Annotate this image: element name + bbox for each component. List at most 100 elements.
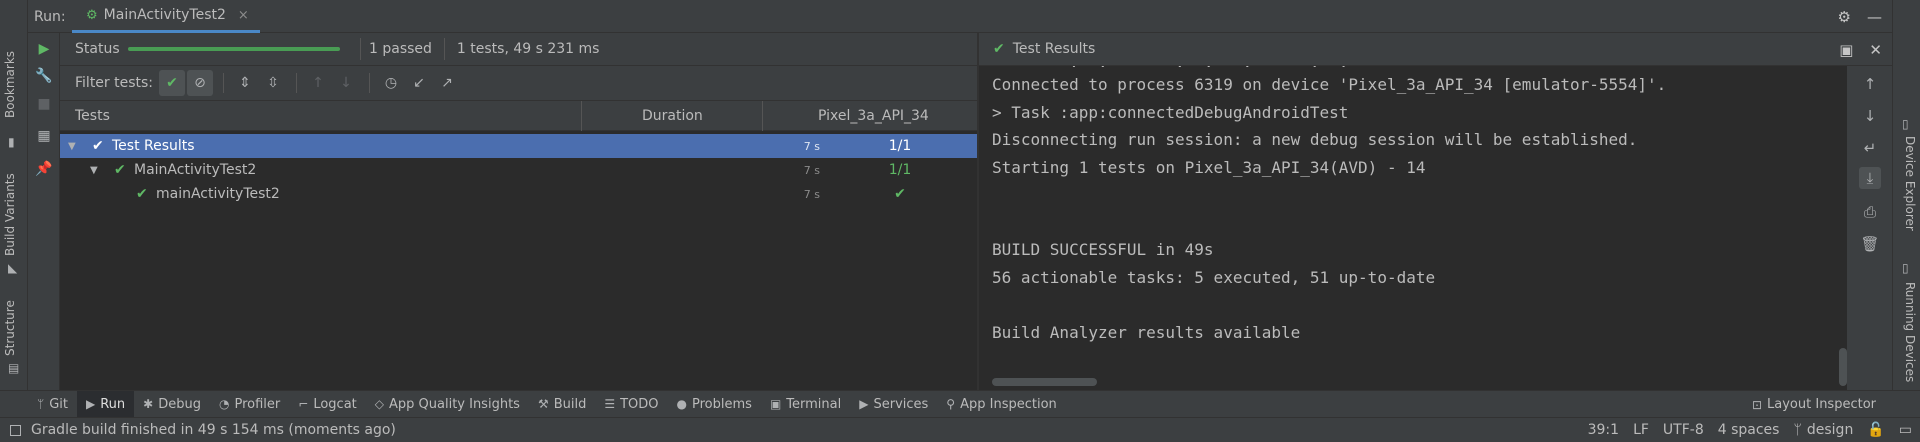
history-button[interactable]: ◷ (378, 70, 404, 96)
pin-icon[interactable]: 📌 (35, 161, 52, 177)
scroll-to-end-icon[interactable]: ⤓ (1859, 167, 1881, 189)
tab-problems[interactable]: ● Problems (668, 391, 761, 418)
line-separator[interactable]: LF (1633, 422, 1649, 438)
chevron-down-icon[interactable]: ▼ (68, 141, 76, 152)
tab-run[interactable]: ▶ Run (77, 390, 135, 418)
tab-services[interactable]: ▶ Services (850, 391, 937, 418)
table-row[interactable]: ▼ ✔ Test Results 7 s 1/1 (60, 134, 977, 158)
ignored-icon: ⊘ (194, 75, 206, 91)
chevron-down-icon[interactable]: ▼ (90, 165, 98, 176)
trash-icon[interactable]: 🗑 (1860, 235, 1879, 253)
import-tests-button[interactable]: ↙ (406, 70, 432, 96)
file-encoding[interactable]: UTF-8 (1663, 422, 1704, 438)
show-ignored-button[interactable]: ⊘ (187, 70, 214, 96)
gear-icon[interactable]: ⚙ (1838, 8, 1851, 26)
export-tests-button[interactable]: ↗ (434, 70, 460, 96)
previous-failed-button[interactable]: ↑ (305, 70, 331, 96)
console-line-partial: . . . . . . . (992, 66, 1348, 71)
memory-indicator-icon[interactable]: ▭ (1899, 422, 1912, 438)
vcs-branch[interactable]: ᛘ design (1793, 422, 1853, 438)
console-toolbar: ↑ ↓ ↵ ⤓ ⎙ 🗑 (1847, 66, 1892, 390)
tab-label: Services (873, 396, 929, 412)
table-row[interactable]: ✔ mainActivityTest2 7 s ✔ (60, 182, 977, 206)
column-header-duration[interactable]: Duration (642, 108, 703, 124)
indent-setting[interactable]: 4 spaces (1718, 422, 1780, 438)
test-name: mainActivityTest2 (156, 186, 280, 202)
table-row[interactable]: ▼ ✔ MainActivityTest2 7 s 1/1 (60, 158, 977, 182)
tab-layout-inspector[interactable]: ⊡ Layout Inspector (1743, 391, 1885, 418)
toggle-tool-windows-icon[interactable] (10, 424, 21, 436)
inspection-icon: ⚲ (946, 397, 956, 411)
tests-time: 1 tests, 49 s 231 ms (456, 41, 600, 57)
test-name: MainActivityTest2 (134, 162, 257, 178)
tab-label: Layout Inspector (1767, 397, 1876, 412)
arrow-up-icon[interactable]: ↑ (1861, 75, 1879, 93)
android-test-icon: ⚙ (86, 7, 98, 23)
tab-app-inspection[interactable]: ⚲ App Inspection (937, 391, 1065, 418)
gauge-icon: ◔ (219, 397, 230, 411)
print-icon[interactable]: ⎙ (1861, 203, 1879, 221)
status-message[interactable]: Gradle build finished in 49 s 154 ms (mo… (31, 422, 396, 438)
collapse-all-button[interactable]: ⇳ (260, 70, 286, 96)
tab-todo[interactable]: ☰ TODO (595, 391, 667, 418)
test-name: Test Results (112, 138, 195, 154)
right-tool-strip: ▯ Device Explorer ▯ Running Devices (1892, 0, 1920, 407)
console-header-actions: ▣ ✕ (1839, 41, 1882, 59)
minimize-icon[interactable]: — (1867, 8, 1882, 26)
close-tab-icon[interactable]: × (238, 8, 249, 23)
wrench-icon[interactable]: 🔧 (35, 68, 52, 84)
show-passed-button[interactable]: ✔ (159, 70, 186, 96)
tab-app-quality-insights[interactable]: ◇ App Quality Insights (366, 391, 529, 418)
soft-wrap-icon[interactable]: ↵ (1861, 139, 1879, 157)
caret-position[interactable]: 39:1 (1588, 422, 1619, 438)
device-explorer-icon: ▯ (1902, 117, 1909, 131)
running-devices-icon: ▯ (1902, 261, 1909, 275)
rerun-icon[interactable]: ▶ (36, 41, 52, 57)
tab-profiler[interactable]: ◔ Profiler (210, 391, 289, 418)
status-bar: Gradle build finished in 49 s 154 ms (mo… (0, 417, 1920, 442)
run-label: Run: (34, 9, 66, 25)
structure-tab[interactable]: Structure (3, 300, 17, 356)
console-output[interactable]: . . . . . . . Connected to process 6319 … (979, 66, 1847, 390)
test-device-result: 1/1 (888, 138, 912, 154)
bookmarks-tab[interactable]: Bookmarks (3, 51, 17, 118)
run-tab-mainactivitytest2[interactable]: ⚙ MainActivityTest2 × (72, 0, 260, 33)
column-header-device[interactable]: Pixel_3a_API_34 (818, 108, 929, 124)
tab-git[interactable]: ᛘ Git (28, 391, 77, 418)
test-device-result: 1/1 (888, 162, 912, 178)
tab-debug[interactable]: ✱ Debug (134, 391, 210, 418)
lock-icon[interactable]: 🔓 (1867, 422, 1884, 438)
tab-label: Problems (692, 396, 752, 412)
arrow-down-icon[interactable]: ↓ (1861, 107, 1879, 125)
device-explorer-tab[interactable]: Device Explorer (1903, 136, 1917, 231)
tab-label: Git (49, 396, 68, 412)
tab-label: Logcat (313, 396, 357, 412)
build-variants-tab[interactable]: Build Variants (3, 173, 17, 256)
tab-logcat[interactable]: ⌐ Logcat (289, 391, 366, 418)
tab-label: Build (553, 396, 587, 412)
horizontal-scrollbar[interactable] (992, 378, 1097, 386)
build-variants-icon: ◣ (8, 261, 18, 275)
close-icon[interactable]: ✕ (1869, 41, 1882, 59)
maximize-icon[interactable]: ▣ (1839, 41, 1853, 59)
console-line: 56 actionable tasks: 5 executed, 51 up-t… (992, 268, 1436, 287)
toolbar-separator (223, 73, 225, 93)
tab-terminal[interactable]: ▣ Terminal (761, 391, 850, 418)
vertical-scrollbar[interactable] (1839, 348, 1847, 386)
column-header-tests[interactable]: Tests (75, 108, 110, 124)
tab-build[interactable]: ⚒ Build (529, 391, 595, 418)
bookmark-icon: ▮ (8, 135, 15, 149)
import-icon: ↙ (413, 75, 425, 91)
toolbar-separator (369, 73, 371, 93)
console-title: Test Results (1012, 41, 1096, 57)
layout-icon[interactable]: ▦ (36, 128, 52, 144)
filter-row: Filter tests: ✔ ⊘ ⇕ ⇳ ↑ ↓ ◷ ↙ ↗ (60, 66, 977, 101)
tab-label: Run (100, 396, 126, 412)
tests-tree: ▼ ✔ Test Results 7 s 1/1 ▼ ✔ MainActivit… (60, 131, 977, 390)
stop-icon[interactable]: ■ (36, 96, 52, 112)
running-devices-tab[interactable]: Running Devices (1903, 282, 1917, 382)
expand-all-button[interactable]: ⇕ (232, 70, 258, 96)
next-failed-button[interactable]: ↓ (333, 70, 359, 96)
status-row: Status 1 passed 1 tests, 49 s 231 ms (60, 33, 977, 66)
tab-label: App Inspection (960, 396, 1057, 412)
